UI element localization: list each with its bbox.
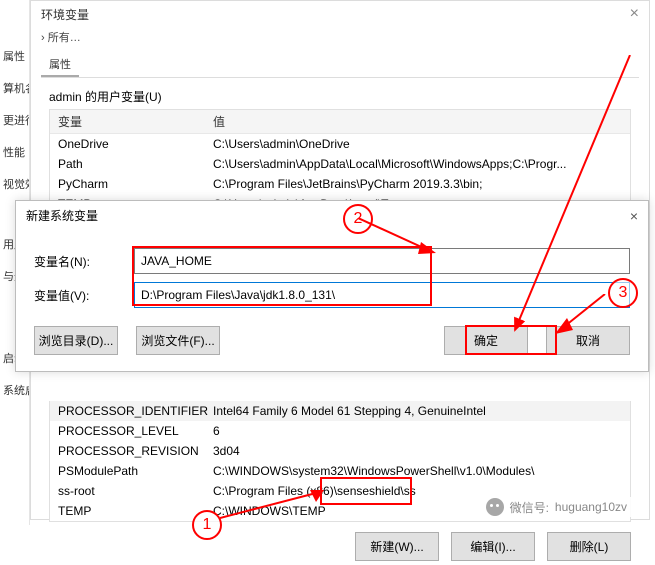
table-row[interactable]: Path C:\Users\admin\AppData\Local\Micros…	[50, 154, 630, 174]
wechat-icon	[486, 498, 504, 516]
breadcrumb: › 所有…	[31, 27, 649, 47]
browse-file-button[interactable]: 浏览文件(F)...	[136, 326, 220, 355]
left-item: 属性	[0, 40, 29, 72]
new-system-var-dialog: 新建系统变量 × 变量名(N): 变量值(V): 浏览目录(D)... 浏览文件…	[15, 200, 649, 372]
col-header-var[interactable]: 变量	[58, 113, 213, 130]
table-row[interactable]: PyCharm C:\Program Files\JetBrains\PyCha…	[50, 174, 630, 194]
edit-button[interactable]: 编辑(I)...	[451, 532, 535, 561]
col-header-val[interactable]: 值	[213, 113, 622, 130]
tab-properties[interactable]: 属性	[41, 53, 79, 77]
table-row[interactable]: PROCESSOR_IDENTIFIER Intel64 Family 6 Mo…	[50, 401, 630, 421]
dialog-title: 环境变量	[41, 6, 89, 23]
ok-button[interactable]: 确定	[444, 326, 528, 355]
close-icon[interactable]: ×	[630, 208, 638, 224]
left-item: 性能	[0, 136, 29, 168]
var-value-input[interactable]	[134, 282, 630, 308]
dialog-title: 新建系统变量	[26, 207, 98, 224]
close-icon[interactable]: ×	[630, 5, 639, 23]
table-row[interactable]: PROCESSOR_REVISION 3d04	[50, 441, 630, 461]
var-value-label: 变量值(V):	[34, 287, 134, 304]
cancel-button[interactable]: 取消	[546, 326, 630, 355]
user-vars-label: admin 的用户变量(U)	[31, 82, 649, 109]
new-button[interactable]: 新建(W)...	[355, 532, 439, 561]
table-row[interactable]: OneDrive C:\Users\admin\OneDrive	[50, 134, 630, 154]
delete-button[interactable]: 删除(L)	[547, 532, 631, 561]
left-item: 系统启	[0, 374, 29, 406]
left-item: 算机名	[0, 72, 29, 104]
watermark-id: huguang10zv	[555, 500, 627, 514]
wechat-watermark: 微信号: huguang10zv	[482, 497, 631, 517]
left-item: 更进行	[0, 104, 29, 136]
var-name-input[interactable]	[134, 248, 630, 274]
left-item: 视觉效	[0, 168, 29, 200]
var-name-label: 变量名(N):	[34, 253, 134, 270]
table-row[interactable]: PSModulePath C:\WINDOWS\system32\Windows…	[50, 461, 630, 481]
browse-dir-button[interactable]: 浏览目录(D)...	[34, 326, 118, 355]
table-row[interactable]: PROCESSOR_LEVEL 6	[50, 421, 630, 441]
watermark-prefix: 微信号:	[510, 499, 549, 516]
